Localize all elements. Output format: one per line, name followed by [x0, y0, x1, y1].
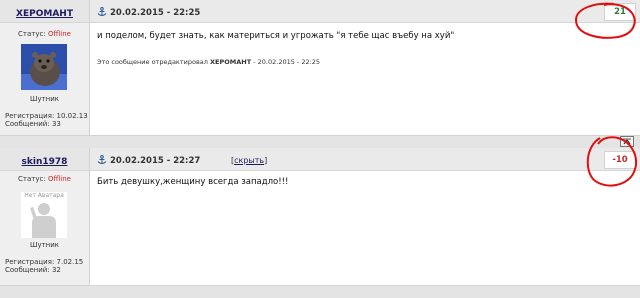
post-date[interactable]: 20.02.2015 - 22:27: [110, 156, 200, 166]
author-rank: Шутник: [29, 241, 60, 249]
post-date[interactable]: 20.02.2015 - 22:25: [110, 8, 200, 18]
edit-note: Это сообщение отредактировал ХЕРОМАНТ - …: [97, 58, 321, 66]
post-rating[interactable]: -10: [604, 151, 636, 169]
anchor-icon[interactable]: [97, 155, 107, 165]
author-username[interactable]: skin1978: [0, 157, 89, 167]
post-1: ХЕРОМАНТ Статус: Offline Шутник Регистра…: [0, 0, 640, 148]
anchor-icon[interactable]: [97, 7, 107, 17]
author-username[interactable]: ХЕРОМАНТ: [0, 9, 89, 19]
avatar[interactable]: Нет Аватара: [21, 192, 67, 238]
post-body: [90, 171, 640, 286]
post-rating[interactable]: 21: [604, 3, 636, 21]
author-meta: Регистрация: 7.02.15 Сообщений: 32: [5, 258, 84, 274]
post-message: и поделом, будет знать, как материться и…: [97, 31, 455, 41]
post-footer: [0, 135, 640, 148]
avatar[interactable]: [21, 44, 67, 90]
arrow-up-icon[interactable]: [620, 136, 634, 147]
post-2: skin1978 Статус: Offline Нет Аватара Шут…: [0, 148, 640, 298]
author-meta: Регистрация: 10.02.13 Сообщений: 33: [5, 112, 88, 128]
author-status: Статус: Offline: [18, 175, 71, 183]
post-message: Бить девушку,женщину всегда западло!!!: [97, 177, 289, 187]
no-avatar-label: Нет Аватара: [24, 192, 64, 199]
post-footer: [0, 285, 640, 298]
author-rank: Шутник: [29, 95, 60, 103]
hide-post-link[interactable]: [скрыть]: [231, 156, 267, 165]
author-status: Статус: Offline: [18, 30, 71, 38]
